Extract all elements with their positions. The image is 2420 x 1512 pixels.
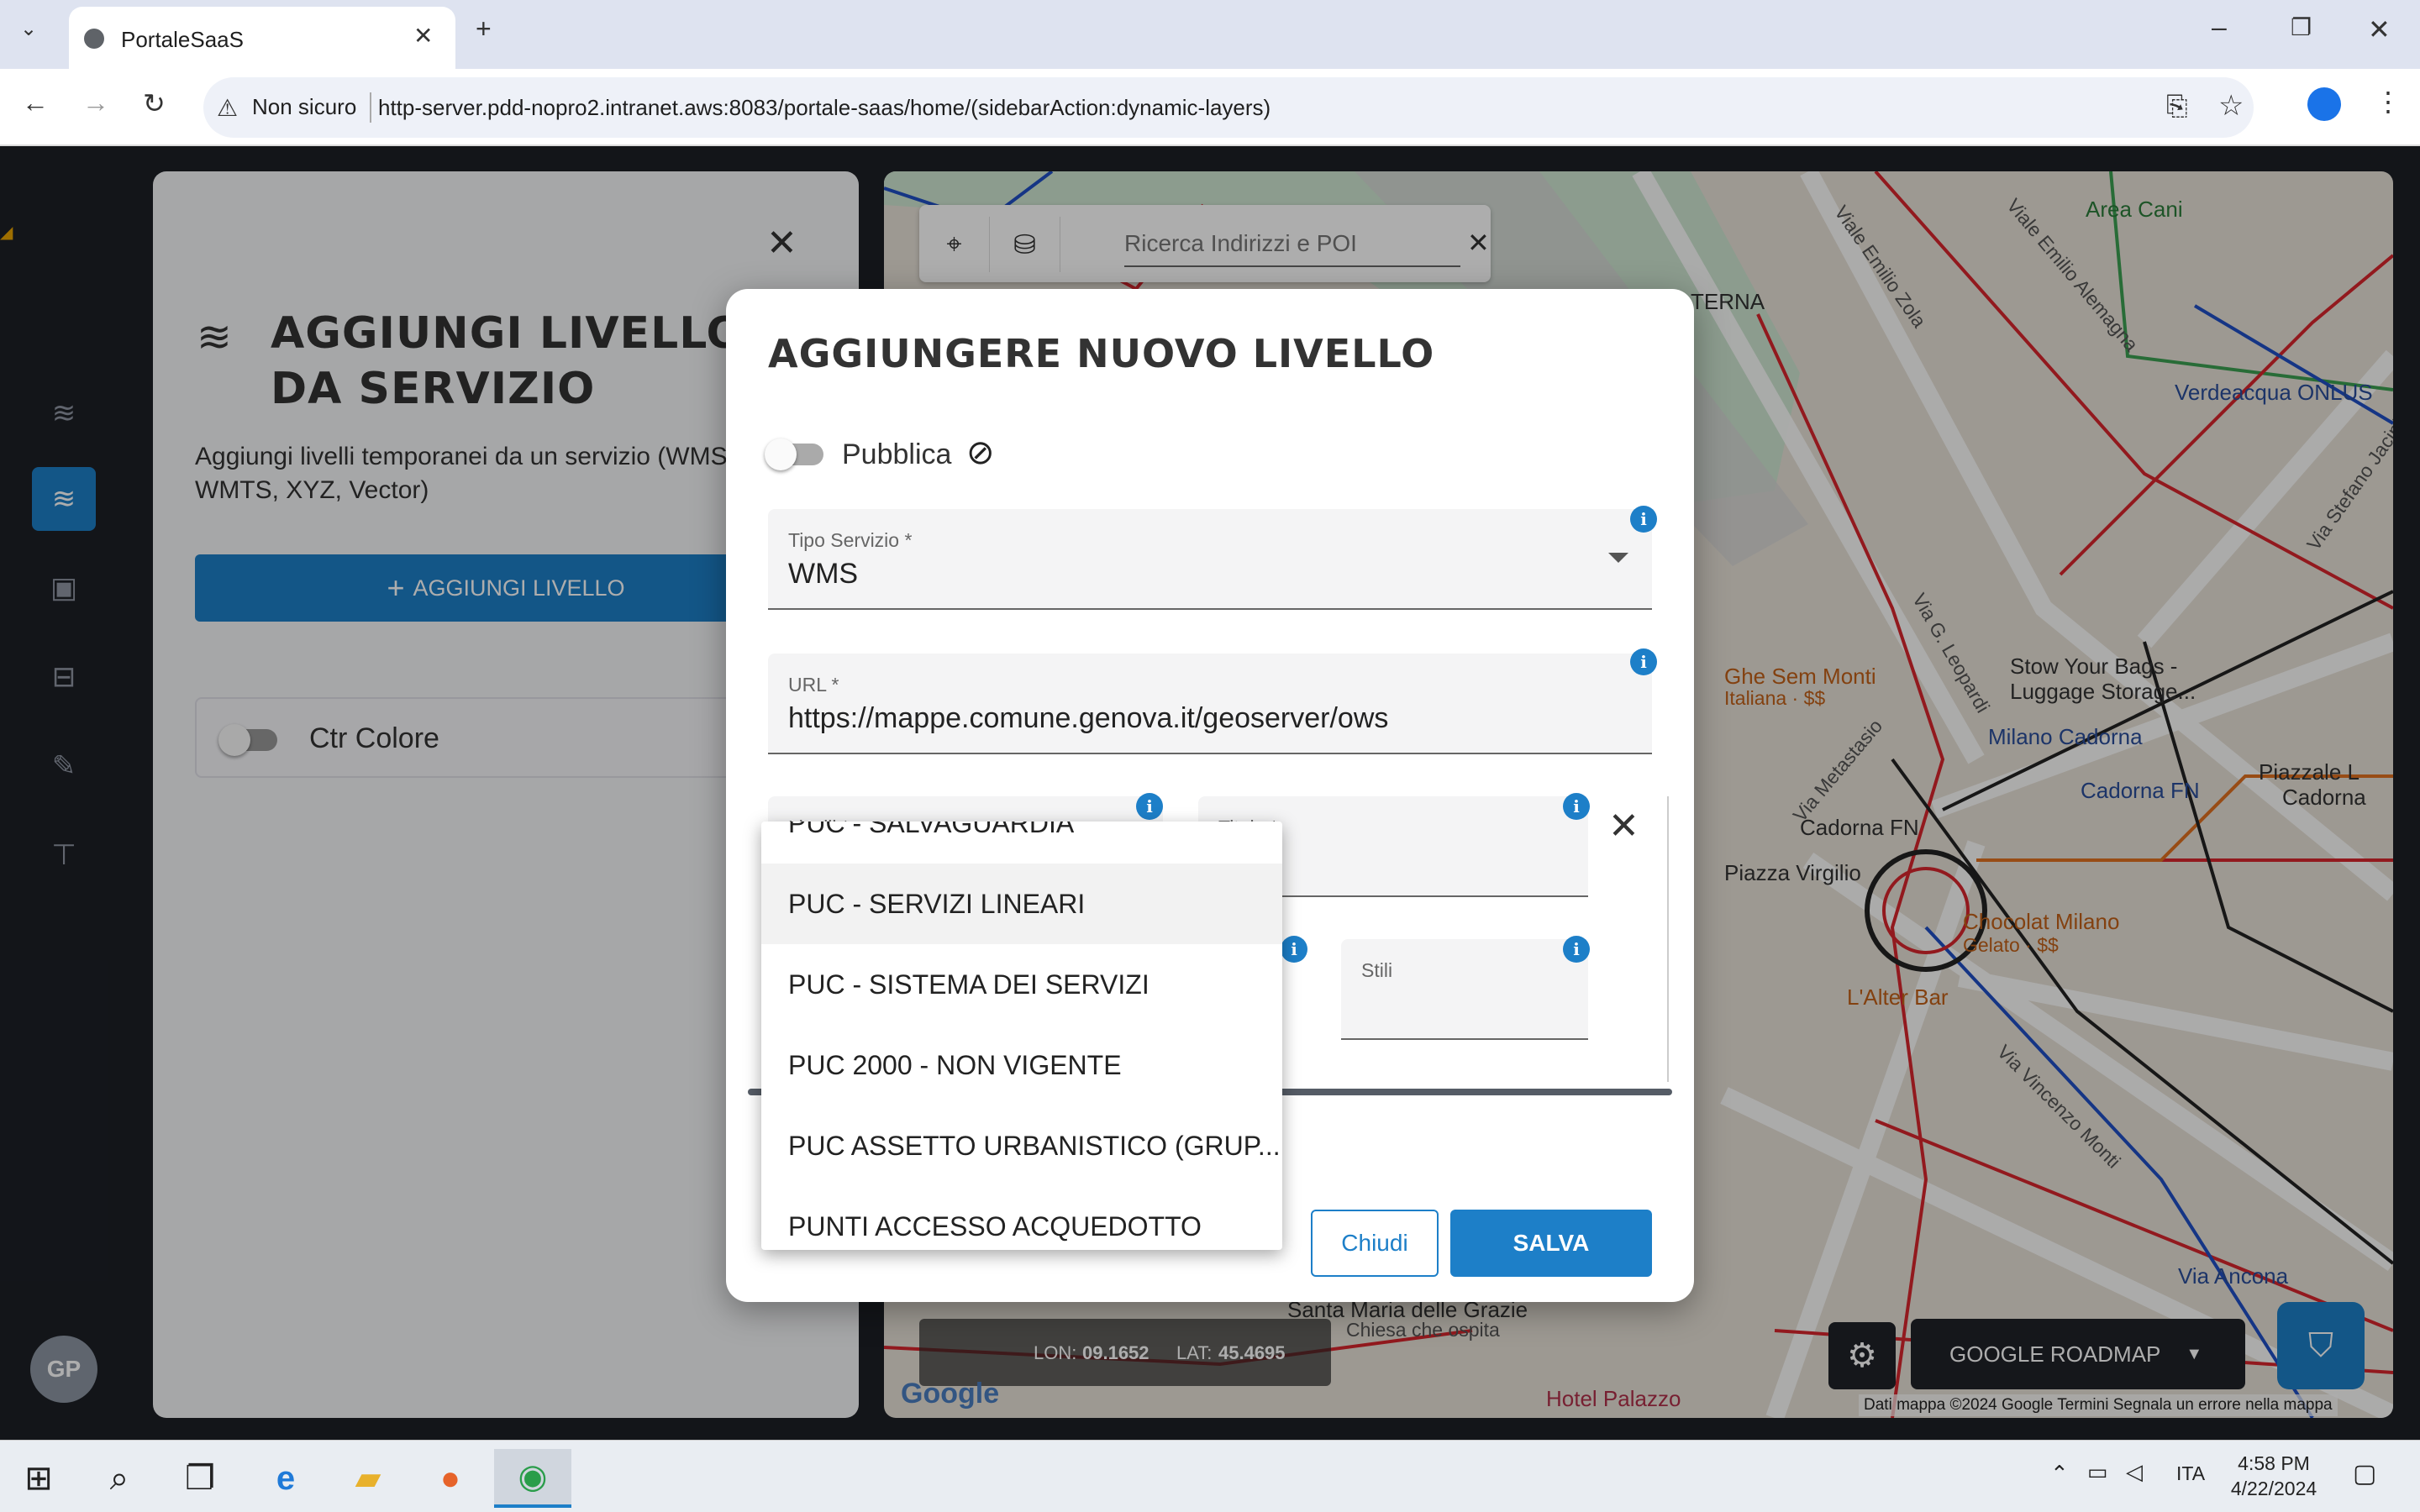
info-icon[interactable]: i bbox=[1630, 648, 1657, 675]
divider bbox=[1667, 796, 1669, 1082]
internet-explorer-icon[interactable]: e bbox=[247, 1449, 324, 1508]
url-text[interactable]: http-server.pdd-nopro2.intranet.aws:8083… bbox=[378, 95, 1270, 121]
star-icon[interactable]: ☆ bbox=[2218, 89, 2244, 123]
info-icon[interactable]: i bbox=[1563, 936, 1590, 963]
browser-toolbar: ← → ↻ ⚠ Non sicuro http-server.pdd-nopro… bbox=[0, 69, 2420, 146]
back-icon[interactable]: ← bbox=[22, 87, 49, 118]
globe-icon bbox=[84, 29, 104, 49]
file-explorer-icon[interactable]: ▰ bbox=[329, 1449, 407, 1508]
task-view-icon[interactable]: ❐ bbox=[161, 1449, 239, 1508]
dropdown-option[interactable]: PUNTI ACCESSO ACQUEDOTTO bbox=[761, 1186, 1282, 1250]
windows-taskbar: ⊞ ⌕ ❐ e ▰ ● ◉ ⌃ ▭ ◁ ITA 4:58 PM 4/22/202… bbox=[0, 1440, 2420, 1512]
info-icon[interactable]: i bbox=[1281, 936, 1307, 963]
url-label: URL * bbox=[788, 674, 839, 696]
system-clock[interactable]: 4:58 PM 4/22/2024 bbox=[2215, 1451, 2333, 1501]
menu-icon[interactable]: ⋮ bbox=[2375, 86, 2402, 118]
service-type-select[interactable]: Tipo Servizio * WMS bbox=[768, 509, 1652, 610]
public-toggle[interactable] bbox=[765, 438, 797, 470]
remove-row-icon[interactable]: ✕ bbox=[1608, 805, 1639, 848]
notifications-icon[interactable]: ▢ bbox=[2353, 1459, 2376, 1488]
dropdown-option[interactable]: PUC - SERVIZI LINEARI bbox=[761, 864, 1282, 944]
warning-icon[interactable]: ⚠ bbox=[217, 94, 238, 122]
info-icon[interactable]: i bbox=[1136, 793, 1163, 820]
language-indicator[interactable]: ITA bbox=[2176, 1462, 2205, 1485]
forward-icon[interactable]: → bbox=[82, 87, 109, 118]
clock-time: 4:58 PM bbox=[2238, 1452, 2310, 1474]
tray-chevron-up-icon[interactable]: ⌃ bbox=[2050, 1461, 2069, 1487]
restore-icon[interactable]: ❐ bbox=[2291, 13, 2312, 41]
new-tab-button[interactable]: + bbox=[476, 13, 492, 45]
eye-off-icon: ⊘ bbox=[966, 434, 995, 471]
dialog-title: AGGIUNGERE NUOVO LIVELLO bbox=[768, 331, 1435, 376]
dropdown-option[interactable]: PUC - SISTEMA DEI SERVIZI bbox=[761, 944, 1282, 1025]
dropdown-option[interactable]: PUC 2000 - NON VIGENTE bbox=[761, 1025, 1282, 1105]
dropdown-option[interactable]: PUC - SALVAGUARDIA bbox=[761, 822, 1282, 864]
info-icon[interactable]: i bbox=[1563, 793, 1590, 820]
minimize-icon[interactable]: – bbox=[2212, 12, 2227, 43]
windows-start-icon[interactable]: ⊞ bbox=[0, 1449, 77, 1508]
info-icon[interactable]: i bbox=[1630, 506, 1657, 533]
url-value: https://mappe.comune.genova.it/geoserver… bbox=[788, 702, 1389, 734]
save-button[interactable]: SALVA bbox=[1450, 1210, 1652, 1277]
security-label[interactable]: Non sicuro bbox=[252, 94, 356, 120]
styles-label: Stili bbox=[1361, 959, 1393, 981]
tab-close-icon[interactable]: ✕ bbox=[413, 22, 433, 50]
tab-search-icon[interactable]: ⌄ bbox=[20, 17, 37, 41]
window-close-icon[interactable]: ✕ bbox=[2368, 13, 2391, 45]
browser-tab[interactable]: PortaleSaaS ✕ bbox=[69, 7, 455, 69]
chrome-icon[interactable]: ◉ bbox=[494, 1449, 571, 1508]
divider bbox=[370, 92, 371, 123]
network-icon[interactable]: ▭ bbox=[2087, 1459, 2108, 1485]
volume-muted-icon[interactable]: ◁ bbox=[2126, 1459, 2143, 1485]
dropdown-option[interactable]: PUC ASSETTO URBANISTICO (GRUP... bbox=[761, 1105, 1282, 1186]
url-field[interactable]: URL * https://mappe.comune.genova.it/geo… bbox=[768, 654, 1652, 754]
service-type-value: WMS bbox=[788, 558, 859, 590]
profile-icon[interactable] bbox=[2307, 87, 2341, 121]
clock-date: 4/22/2024 bbox=[2230, 1478, 2317, 1499]
tab-title: PortaleSaaS bbox=[121, 27, 244, 52]
styles-field[interactable]: Stili bbox=[1341, 939, 1588, 1040]
chevron-down-icon bbox=[1608, 553, 1628, 563]
browser-tab-bar: ⌄ PortaleSaaS ✕ + – ❐ ✕ bbox=[0, 0, 2420, 69]
address-bar[interactable]: ⚠ Non sicuro http-server.pdd-nopro2.intr… bbox=[203, 77, 2254, 138]
translate-icon[interactable]: ⎘ bbox=[2166, 91, 2188, 123]
firefox-icon[interactable]: ● bbox=[412, 1449, 489, 1508]
search-icon[interactable]: ⌕ bbox=[81, 1449, 158, 1508]
service-type-label: Tipo Servizio * bbox=[788, 529, 913, 551]
public-label: Pubblica bbox=[842, 438, 952, 470]
layers-dropdown-list[interactable]: PUC - SALVAGUARDIA PUC - SERVIZI LINEARI… bbox=[761, 822, 1282, 1250]
reload-icon[interactable]: ↻ bbox=[143, 87, 166, 119]
close-button[interactable]: Chiudi bbox=[1311, 1210, 1439, 1277]
